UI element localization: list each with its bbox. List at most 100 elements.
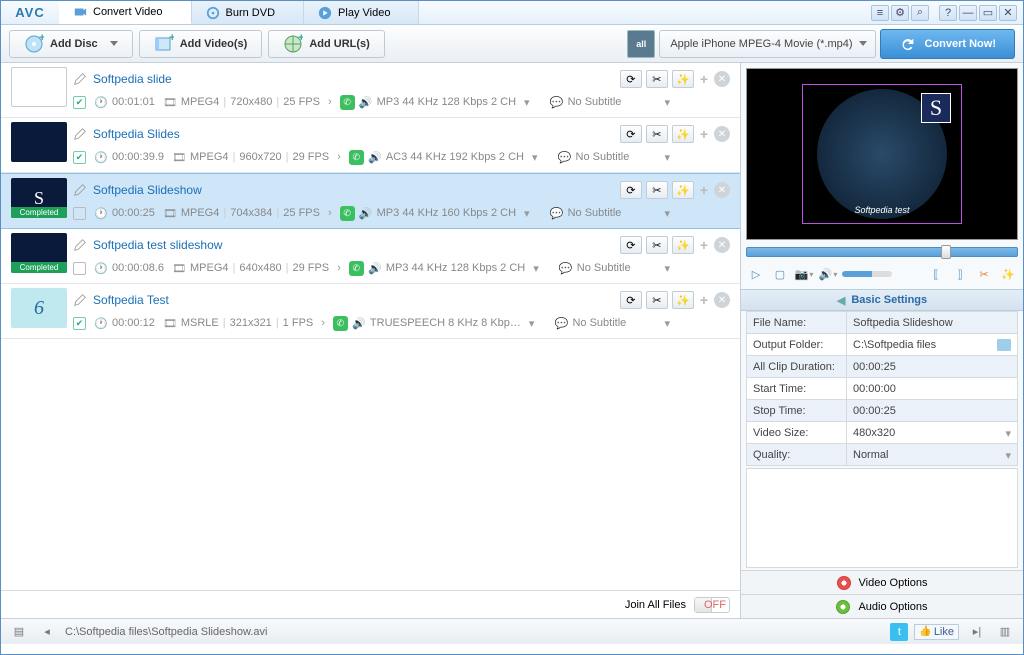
refresh-icon[interactable]: ⟳ xyxy=(620,236,642,254)
join-toggle[interactable]: OFF xyxy=(694,597,730,613)
thumbnail[interactable]: Completed xyxy=(11,233,67,273)
chevron-down-icon[interactable]: ▾ xyxy=(664,262,670,275)
thumbnail[interactable] xyxy=(11,67,67,107)
add-icon[interactable]: + xyxy=(700,71,708,87)
folder-icon[interactable] xyxy=(997,339,1011,351)
chevron-right-icon[interactable]: › xyxy=(337,151,341,163)
remove-icon[interactable]: ✕ xyxy=(714,237,730,253)
wand-icon[interactable]: ✨ xyxy=(672,181,694,199)
twitter-icon[interactable]: t xyxy=(890,623,908,641)
minimize-button[interactable]: — xyxy=(959,5,977,21)
file-item[interactable]: CompletedSoftpedia test slideshow⟳✂✨+✕✔🕐… xyxy=(1,229,740,284)
file-item[interactable]: 6Softpedia Test⟳✂✨+✕✔🕐00:00:12🎞MSRLE|321… xyxy=(1,284,740,339)
refresh-icon[interactable]: ⟳ xyxy=(620,291,642,309)
chevron-down-icon[interactable]: ▾ xyxy=(532,151,538,164)
help-icon[interactable]: ? xyxy=(939,5,957,21)
bracket-left-icon[interactable]: ⟦ xyxy=(926,265,946,283)
thumbnail[interactable]: 6 xyxy=(11,288,67,328)
menu-icon[interactable]: ≡ xyxy=(871,5,889,21)
outfolder-value[interactable]: C:\Softpedia files xyxy=(847,334,1018,356)
chevron-down-icon[interactable]: ▾ xyxy=(664,317,670,330)
wand-icon[interactable]: ✨ xyxy=(672,70,694,88)
profile-category-icon[interactable]: all xyxy=(627,30,655,58)
checkbox[interactable]: ✔ xyxy=(73,151,86,164)
refresh-icon[interactable]: ⟳ xyxy=(620,70,642,88)
file-title[interactable]: Softpedia Slideshow xyxy=(93,183,202,197)
chevron-down-icon[interactable]: ▾ xyxy=(664,96,670,109)
scissors-icon[interactable]: ✂ xyxy=(646,125,668,143)
checkbox[interactable]: ✔ xyxy=(73,207,86,220)
file-item[interactable]: SCompletedSoftpedia Slideshow⟳✂✨+✕✔🕐00:0… xyxy=(1,173,740,229)
tab-burn-dvd[interactable]: Burn DVD xyxy=(192,1,305,24)
maximize-button[interactable]: ▭ xyxy=(979,5,997,21)
tab-play-video[interactable]: Play Video xyxy=(304,1,419,24)
filename-value[interactable]: Softpedia Slideshow xyxy=(847,312,1018,334)
thumbnail[interactable] xyxy=(11,122,67,162)
close-button[interactable]: ✕ xyxy=(999,5,1017,21)
remove-icon[interactable]: ✕ xyxy=(714,126,730,142)
audio-options-row[interactable]: Audio Options xyxy=(741,594,1023,618)
refresh-icon[interactable]: ⟳ xyxy=(620,181,642,199)
chevron-down-icon[interactable]: ▾ xyxy=(664,207,670,220)
checkbox[interactable]: ✔ xyxy=(73,262,86,275)
scissors-icon[interactable]: ✂ xyxy=(646,181,668,199)
remove-icon[interactable]: ✕ xyxy=(714,182,730,198)
checkbox[interactable]: ✔ xyxy=(73,317,86,330)
add-disc-button[interactable]: + Add Disc xyxy=(9,30,133,58)
preview-area[interactable]: S Softpedia test xyxy=(746,68,1018,240)
tab-convert-video[interactable]: Convert Video xyxy=(59,1,192,24)
scissors-icon[interactable]: ✂ xyxy=(646,291,668,309)
add-icon[interactable]: + xyxy=(700,237,708,253)
scissors-icon[interactable]: ✂ xyxy=(646,236,668,254)
stop-icon[interactable]: ▢ xyxy=(770,265,790,283)
quality-select[interactable]: Normal xyxy=(847,444,1018,466)
volume-icon[interactable]: 🔊 xyxy=(818,265,838,283)
refresh-icon[interactable]: ⟳ xyxy=(620,125,642,143)
basic-settings-header[interactable]: ◀ Basic Settings xyxy=(741,289,1023,311)
list-alt-icon[interactable]: ▥ xyxy=(995,623,1015,641)
bracket-right-icon[interactable]: ⟧ xyxy=(950,265,970,283)
edit-icon[interactable] xyxy=(73,72,87,86)
file-item[interactable]: Softpedia Slides⟳✂✨+✕✔🕐00:00:39.9🎞MPEG4|… xyxy=(1,118,740,173)
scissors-icon[interactable]: ✂ xyxy=(646,70,668,88)
list-layout-icon[interactable]: ▤ xyxy=(9,623,29,641)
wand-icon[interactable]: ✨ xyxy=(672,236,694,254)
add-icon[interactable]: + xyxy=(700,292,708,308)
go-end-icon[interactable]: ▸| xyxy=(967,623,987,641)
add-videos-button[interactable]: + Add Video(s) xyxy=(139,30,263,58)
add-icon[interactable]: + xyxy=(700,182,708,198)
remove-icon[interactable]: ✕ xyxy=(714,71,730,87)
facebook-like-button[interactable]: 👍 Like xyxy=(914,624,959,640)
chevron-right-icon[interactable]: › xyxy=(328,207,332,219)
add-icon[interactable]: + xyxy=(700,126,708,142)
edit-icon[interactable] xyxy=(73,293,87,307)
vsize-select[interactable]: 480x320 xyxy=(847,422,1018,444)
output-profile-select[interactable]: Apple iPhone MPEG-4 Movie (*.mp4) xyxy=(659,30,875,58)
seek-bar[interactable] xyxy=(746,247,1018,257)
magic-wand-icon[interactable]: ✨ xyxy=(998,265,1018,283)
chevron-down-icon[interactable]: ▾ xyxy=(529,317,535,330)
chevron-right-icon[interactable]: › xyxy=(321,317,325,329)
chevron-left-icon[interactable]: ◂ xyxy=(37,623,57,641)
edit-icon[interactable] xyxy=(73,238,87,252)
add-urls-button[interactable]: + Add URL(s) xyxy=(268,30,385,58)
chevron-down-icon[interactable]: ▾ xyxy=(533,262,539,275)
file-title[interactable]: Softpedia Test xyxy=(93,293,169,307)
wand-icon[interactable]: ✨ xyxy=(672,291,694,309)
volume-slider[interactable] xyxy=(842,271,892,277)
play-icon[interactable]: ▷ xyxy=(746,265,766,283)
file-title[interactable]: Softpedia Slides xyxy=(93,127,180,141)
remove-icon[interactable]: ✕ xyxy=(714,292,730,308)
thumbnail[interactable]: SCompleted xyxy=(11,178,67,218)
chevron-right-icon[interactable]: › xyxy=(337,262,341,274)
convert-now-button[interactable]: Convert Now! xyxy=(880,29,1016,59)
snapshot-icon[interactable]: 📷 xyxy=(794,265,814,283)
wand-icon[interactable]: ✨ xyxy=(672,125,694,143)
gear-icon[interactable]: ⚙ xyxy=(891,5,909,21)
stop-value[interactable]: 00:00:25 xyxy=(847,400,1018,422)
edit-icon[interactable] xyxy=(73,127,87,141)
chevron-down-icon[interactable]: ▾ xyxy=(664,151,670,164)
edit-icon[interactable] xyxy=(73,183,87,197)
video-options-row[interactable]: Video Options xyxy=(741,570,1023,594)
file-title[interactable]: Softpedia test slideshow xyxy=(93,238,222,252)
